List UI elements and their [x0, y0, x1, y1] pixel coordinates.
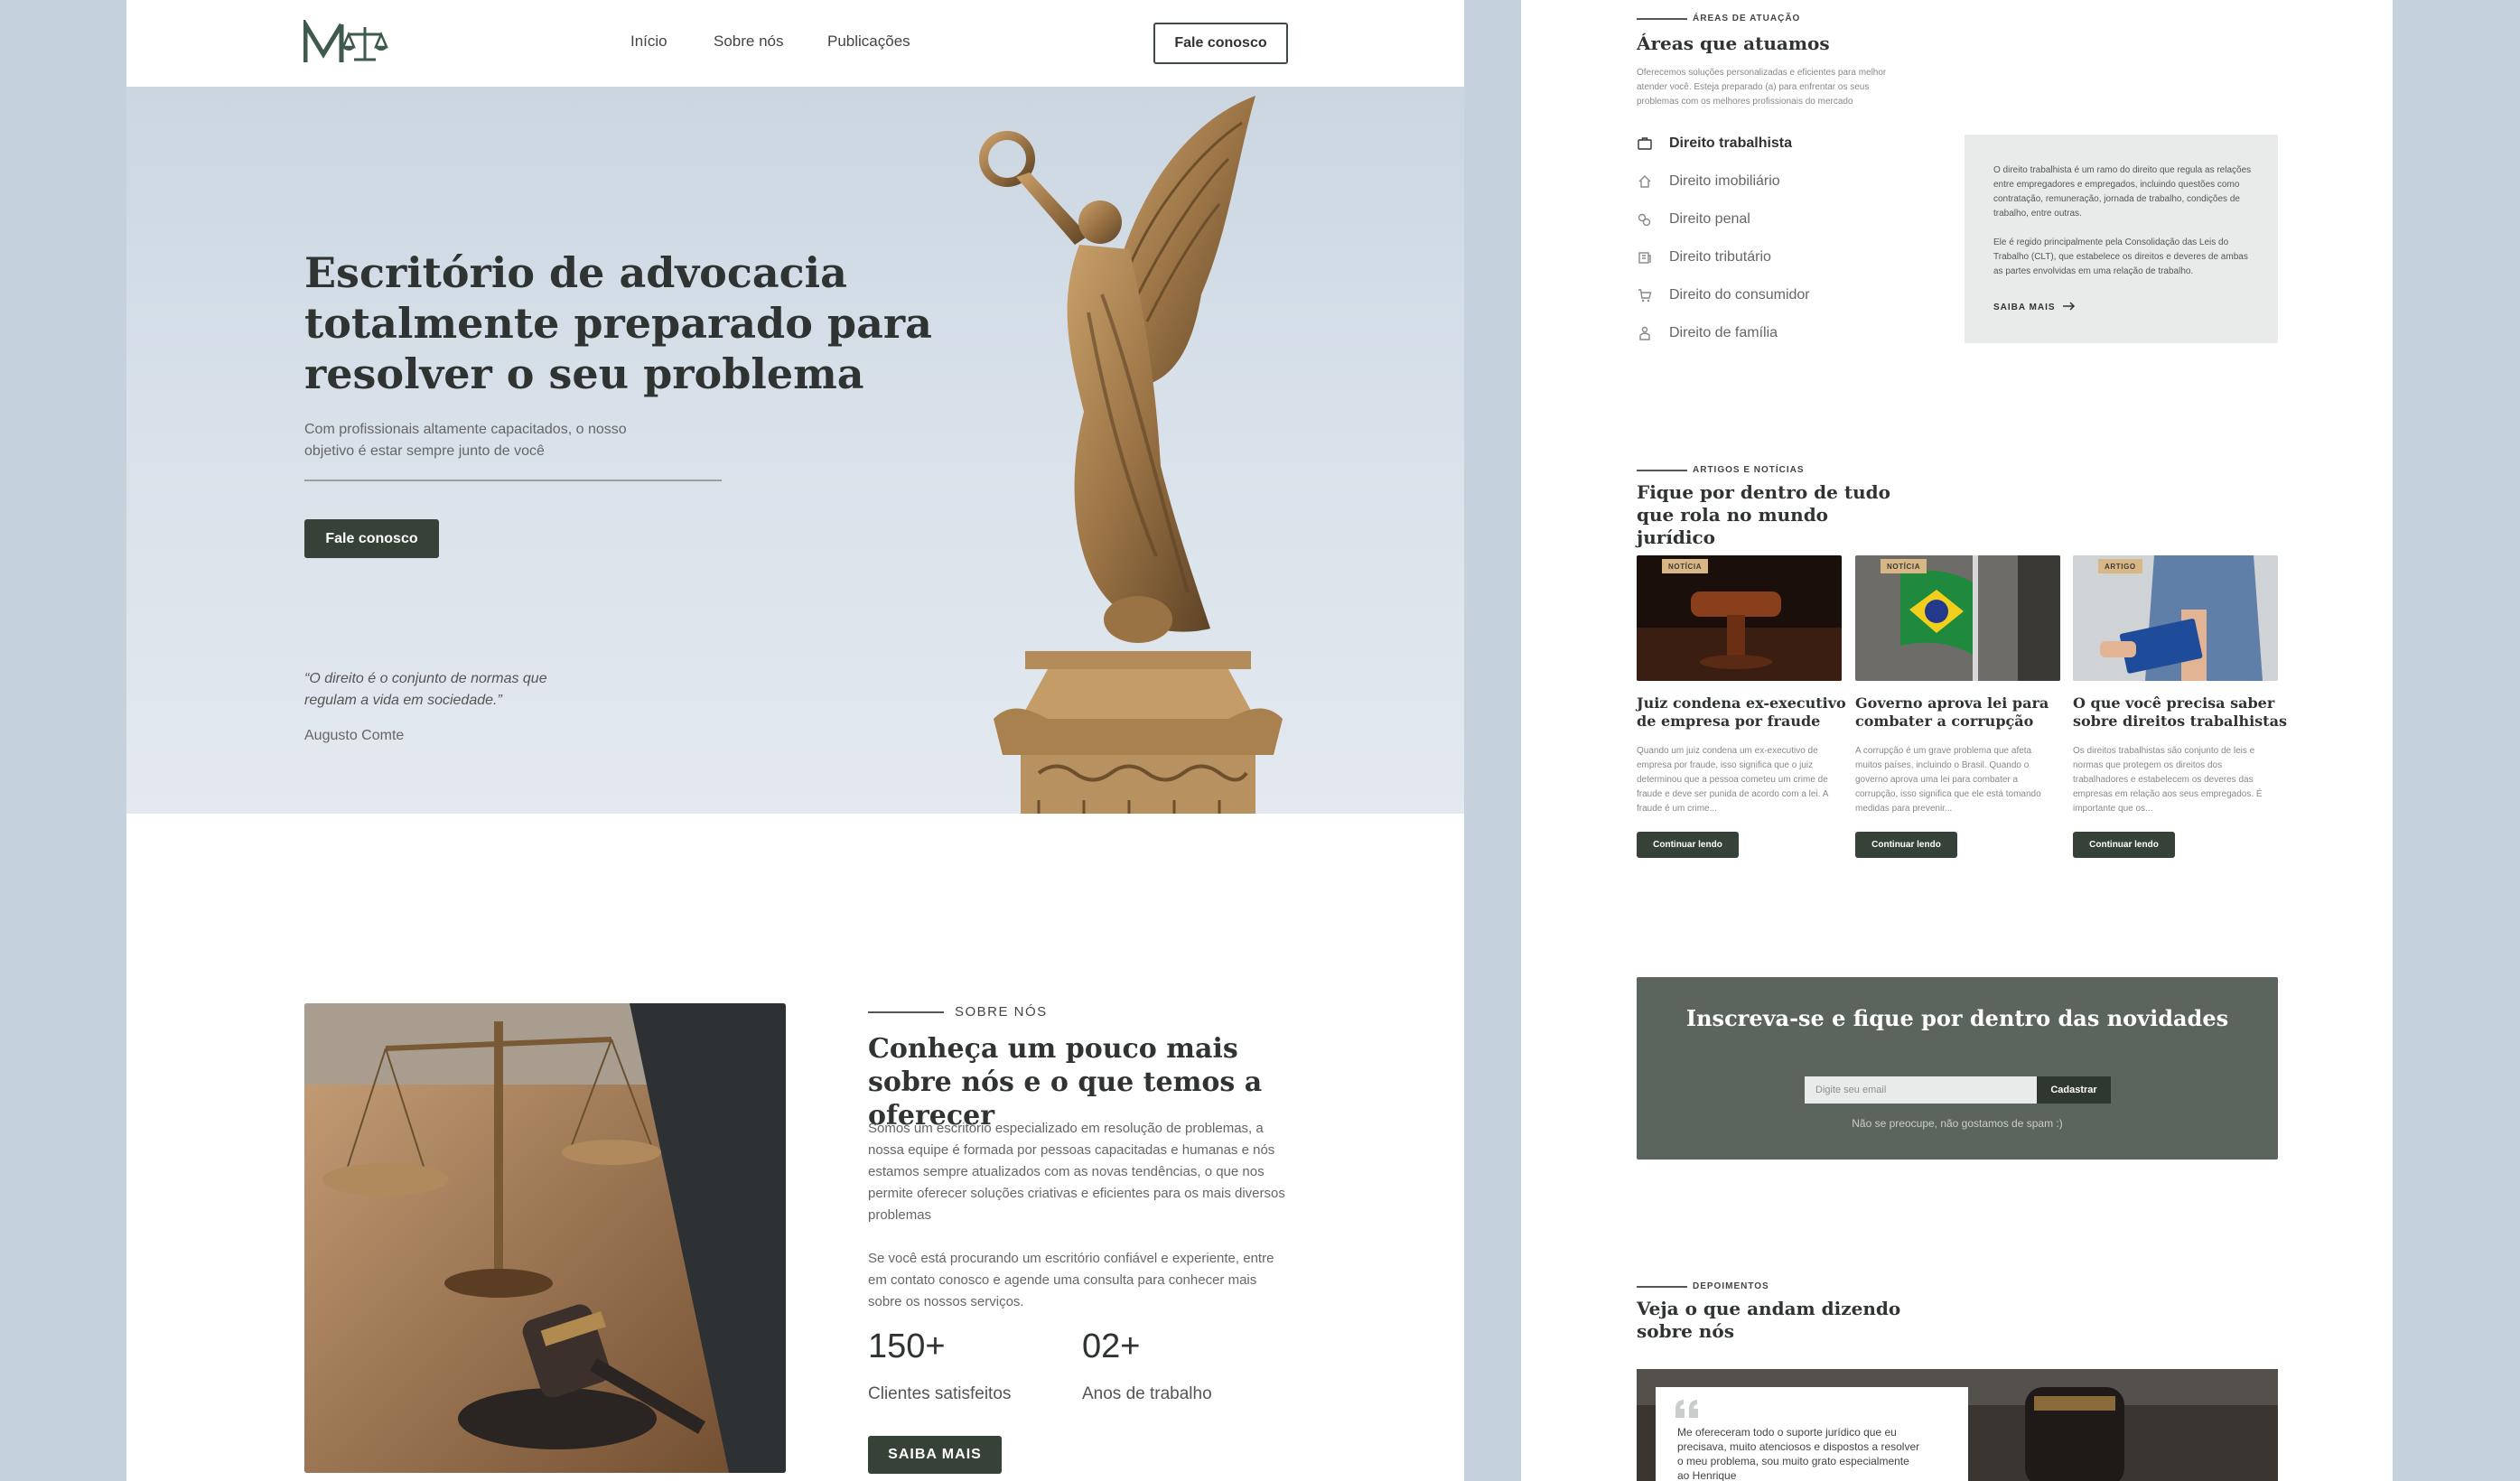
area-item-label: Direito do consumidor	[1669, 287, 1810, 303]
areas-description: Oferecemos soluções personalizadas e efi…	[1637, 68, 1887, 107]
continue-reading-button[interactable]: Continuar lendo	[1637, 832, 1739, 858]
news-excerpt: Os direitos trabalhistas são conjunto de…	[2073, 746, 2263, 814]
testimonials-title: Veja o que andam dizendo sobre nós	[1637, 1298, 1901, 1342]
area-item-penal[interactable]: Direito penal	[1637, 210, 1750, 229]
work-card-image	[2073, 555, 2278, 681]
money-icon	[1637, 249, 1653, 265]
hero-contact-button[interactable]: Fale conosco	[304, 519, 439, 558]
winged-victory-statue-image	[979, 96, 1283, 814]
newsletter-subscribe-button[interactable]: Cadastrar	[2037, 1076, 2111, 1104]
testimonial-text: Me ofereceram todo o suporte jurídico qu…	[1677, 1426, 1920, 1481]
continue-reading-button[interactable]: Continuar lendo	[1855, 832, 1957, 858]
nav-link-sobre-nos[interactable]: Sobre nós	[714, 33, 784, 51]
news-eyebrow: ARTIGOS E NOTÍCIAS	[1693, 465, 1805, 475]
news-title: Fique por dentro de tudo que rola no mun…	[1637, 481, 1890, 548]
areas-eyebrow: ÁREAS DE ATUAÇÃO	[1693, 14, 1801, 23]
landing-page-right: ÁREAS DE ATUAÇÃO Áreas que atuamos Ofere…	[1521, 0, 2393, 1481]
nav-link-inicio[interactable]: Início	[630, 33, 667, 51]
area-item-trabalhista[interactable]: Direito trabalhista	[1637, 134, 1792, 154]
house-icon	[1637, 173, 1653, 190]
hero-divider	[304, 480, 722, 481]
handcuffs-icon	[1637, 211, 1653, 228]
area-card-paragraph-1: O direito trabalhista é um ramo do direi…	[1993, 165, 2252, 219]
stat-clients-value: 150+	[868, 1327, 946, 1365]
newsletter-title: Inscreva-se e fique por dentro das novid…	[1685, 1005, 2229, 1031]
nav-contact-button[interactable]: Fale conosco	[1153, 23, 1288, 64]
area-card-learn-more-label: SAIBA MAIS	[1993, 303, 2056, 312]
news-excerpt: A corrupção é um grave problema que afet…	[1855, 746, 2041, 814]
top-nav: Início Sobre nós Publicações Fale conosc…	[126, 0, 1464, 87]
quote-mark-icon	[1674, 1398, 1701, 1424]
scales-of-justice-image	[304, 1003, 786, 1473]
about-learn-more-button[interactable]: SAIBA MAIS	[868, 1436, 1002, 1474]
newsletter-section: Inscreva-se e fique por dentro das novid…	[1637, 977, 2278, 1160]
cart-icon	[1637, 287, 1653, 303]
area-item-label: Direito de família	[1669, 325, 1778, 340]
about-paragraph-1: Somos um escritório especializado em res…	[868, 1121, 1285, 1223]
news-title-text: O que você precisa saber sobre direitos …	[2073, 694, 2287, 730]
area-item-label: Direito imobiliário	[1669, 173, 1780, 189]
area-item-familia[interactable]: Direito de família	[1637, 323, 1778, 343]
areas-eyebrow-line	[1637, 18, 1687, 20]
areas-title: Áreas que atuamos	[1637, 33, 1830, 54]
area-item-label: Direito trabalhista	[1669, 135, 1793, 151]
scales-logo-icon[interactable]	[303, 16, 390, 65]
area-item-label: Direito tributário	[1669, 249, 1771, 265]
area-item-label: Direito penal	[1669, 211, 1750, 227]
stat-years-value: 02+	[1082, 1327, 1141, 1365]
briefcase-icon	[1637, 135, 1653, 152]
news-excerpt: Quando um juiz condena um ex-executivo d…	[1637, 746, 1828, 814]
stat-clients-label: Clientes satisfeitos	[868, 1384, 1012, 1403]
about-paragraph-2: Se você está procurando um escritório co…	[868, 1251, 1274, 1309]
news-tag: NOTÍCIA	[1881, 559, 1927, 573]
continue-reading-button[interactable]: Continuar lendo	[2073, 832, 2175, 858]
hero-title: Escritório de advocacia totalmente prepa…	[304, 248, 932, 398]
news-tag: NOTÍCIA	[1662, 559, 1709, 573]
news-tag: ARTIGO	[2098, 559, 2142, 573]
testimonial-background-image: Me ofereceram todo o suporte jurídico qu…	[1637, 1369, 2278, 1481]
brazil-flag-image	[1855, 555, 2060, 681]
hero-section: Escritório de advocacia totalmente prepa…	[126, 87, 1464, 814]
newsletter-note: Não se preocupe, não gostamos de spam :)	[1852, 1117, 2063, 1130]
area-detail-card: O direito trabalhista é um ramo do direi…	[1965, 135, 2278, 343]
area-item-tributario[interactable]: Direito tributário	[1637, 247, 1771, 267]
area-item-consumidor[interactable]: Direito do consumidor	[1637, 285, 1810, 305]
news-title-text: Juiz condena ex-executivo de empresa por…	[1637, 694, 1846, 730]
area-card-learn-more-link[interactable]: SAIBA MAIS	[1993, 302, 2076, 313]
hero-subtitle: Com profissionais altamente capacitados,…	[304, 422, 627, 459]
about-eyebrow-line	[868, 1011, 944, 1013]
news-eyebrow-line	[1637, 470, 1687, 471]
testimonials-eyebrow: DEPOIMENTOS	[1693, 1281, 1769, 1291]
landing-page-left: Início Sobre nós Publicações Fale conosc…	[126, 0, 1464, 1481]
about-eyebrow: SOBRE NÓS	[955, 1004, 1048, 1020]
area-item-imobiliario[interactable]: Direito imobiliário	[1637, 172, 1780, 191]
hero-quote-author: Augusto Comte	[304, 728, 405, 743]
newsletter-email-input[interactable]	[1805, 1076, 2037, 1104]
news-title-text: Governo aprova lei para combater a corru…	[1855, 694, 2049, 730]
stat-years-label: Anos de trabalho	[1082, 1384, 1212, 1403]
area-card-paragraph-2: Ele é regido principalmente pela Consoli…	[1993, 238, 2248, 276]
hero-quote: “O direito é o conjunto de normas que re…	[304, 671, 547, 708]
gavel-image	[1637, 555, 1842, 681]
testimonials-eyebrow-line	[1637, 1286, 1687, 1288]
family-icon	[1637, 325, 1653, 341]
nav-link-publicacoes[interactable]: Publicações	[827, 33, 910, 51]
arrow-right-icon	[2062, 302, 2076, 313]
